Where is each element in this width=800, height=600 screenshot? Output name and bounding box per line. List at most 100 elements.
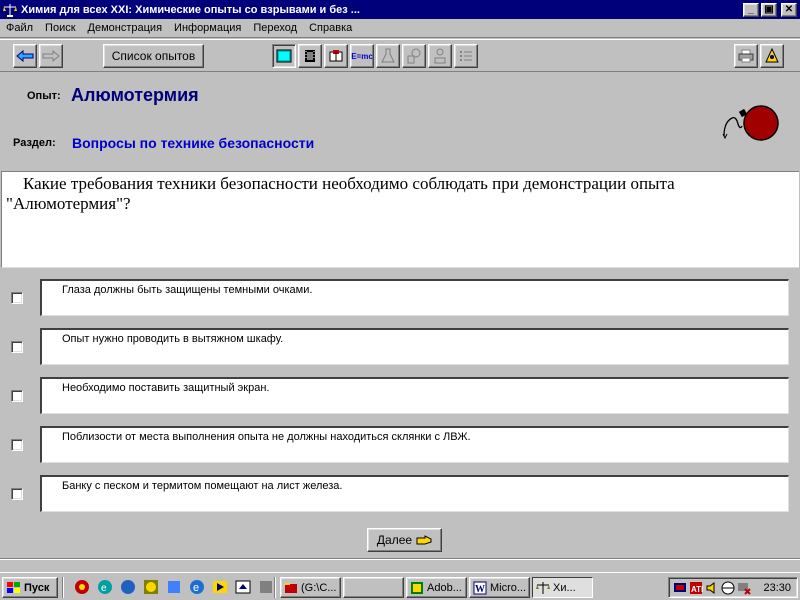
- equation-button[interactable]: E=mc: [350, 44, 374, 68]
- experiments-list-button[interactable]: Список опытов: [103, 44, 204, 68]
- menu-search[interactable]: Поиск: [39, 22, 81, 34]
- menu-file[interactable]: Файл: [0, 22, 39, 34]
- answer-row: Банку с песком и термитом помещают на ли…: [0, 475, 800, 513]
- apparatus-icon: [407, 48, 421, 64]
- experiment-name: Алюмотермия: [71, 85, 199, 105]
- tray-network-icon[interactable]: [737, 581, 751, 595]
- answer-text-1: Глаза должны быть защищены темными очкам…: [40, 279, 789, 316]
- task-label: Хи...: [553, 581, 576, 594]
- taskbar-separator: [62, 577, 64, 598]
- windows-logo-icon: [7, 581, 20, 593]
- status-bar: [0, 558, 800, 572]
- adobe-icon: [411, 581, 423, 594]
- quicklaunch-desktop-icon[interactable]: [235, 579, 251, 595]
- printer-icon: [738, 49, 754, 63]
- answer-checkbox-2[interactable]: [11, 341, 23, 353]
- task-blank[interactable]: [343, 577, 404, 598]
- help-button[interactable]: [760, 44, 784, 68]
- svg-text:W: W: [475, 584, 485, 595]
- answer-row: Глаза должны быть защищены темными очкам…: [0, 279, 800, 317]
- folder-icon: [285, 582, 297, 593]
- taskbar-separator: [274, 577, 276, 598]
- film-button[interactable]: [298, 44, 322, 68]
- flask-icon: [381, 48, 395, 63]
- answer-text-5: Банку с песком и термитом помещают на ли…: [40, 475, 789, 512]
- answer-checkbox-3[interactable]: [11, 390, 23, 402]
- quicklaunch-internet-icon[interactable]: e: [189, 579, 205, 595]
- menu-help[interactable]: Справка: [303, 22, 358, 34]
- section-label: Раздел:: [13, 137, 56, 149]
- book-icon: [329, 50, 343, 62]
- window-title: Химия для всех XXI: Химические опыты со …: [21, 3, 360, 16]
- answer-row: Поблизости от места выполнения опыта не …: [0, 426, 800, 464]
- experiment-label: Опыт:: [27, 90, 61, 102]
- clock: 23:30: [763, 581, 791, 594]
- answer-row: Опыт нужно проводить в вытяжном шкафу.: [0, 328, 800, 366]
- answer-row: Необходимо поставить защитный экран.: [0, 377, 800, 415]
- arrow-right-icon: [42, 50, 60, 62]
- answer-checkbox-5[interactable]: [11, 488, 23, 500]
- svg-text:e: e: [101, 583, 107, 594]
- list-button[interactable]: [454, 44, 478, 68]
- start-button[interactable]: Пуск: [2, 577, 58, 598]
- film-icon: [305, 50, 315, 62]
- quicklaunch-media-icon[interactable]: [212, 579, 228, 595]
- word-icon: W: [473, 581, 487, 595]
- question-text: Какие требования техники безопасности не…: [1, 171, 799, 268]
- equation-icon: E=mc: [351, 51, 373, 61]
- svg-text:e: e: [193, 582, 199, 594]
- answer-text-2: Опыт нужно проводить в вытяжном шкафу.: [40, 328, 789, 365]
- answer-text-4: Поблизости от места выполнения опыта не …: [40, 426, 789, 463]
- minimize-button[interactable]: _: [743, 2, 759, 17]
- quicklaunch-browser-icon[interactable]: [74, 579, 90, 595]
- scales-icon: [536, 581, 550, 594]
- task-explorer[interactable]: (G:\C...: [280, 577, 341, 598]
- menu-navigate[interactable]: Переход: [247, 22, 303, 34]
- bell-help-icon: [765, 48, 779, 63]
- tray-volume-icon[interactable]: [705, 581, 719, 595]
- flask-button[interactable]: [376, 44, 400, 68]
- quicklaunch-tool-icon[interactable]: [258, 579, 274, 595]
- task-label: Adob...: [427, 581, 462, 594]
- person-button[interactable]: [428, 44, 452, 68]
- menu-bar: Файл Поиск Демонстрация Информация Перех…: [0, 19, 800, 38]
- tray-monitor-icon[interactable]: [673, 581, 687, 595]
- next-button[interactable]: Далее: [367, 528, 442, 552]
- answer-checkbox-1[interactable]: [11, 292, 23, 304]
- quicklaunch-outlook-icon[interactable]: e: [97, 579, 113, 595]
- menu-demonstration[interactable]: Демонстрация: [82, 22, 169, 34]
- start-label: Пуск: [24, 581, 50, 594]
- section-name: Вопросы по технике безопасности: [72, 135, 315, 151]
- task-word[interactable]: W Micro...: [469, 577, 530, 598]
- task-label: Micro...: [490, 581, 527, 594]
- print-button[interactable]: [734, 44, 758, 68]
- quicklaunch-clock-icon[interactable]: [143, 579, 159, 595]
- task-label: (G:\C...: [301, 581, 337, 594]
- tray-ati-icon[interactable]: ATI: [689, 581, 703, 595]
- screen-view-button[interactable]: [272, 44, 296, 68]
- book-button[interactable]: [324, 44, 348, 68]
- toolbar: Список опытов E=mc: [0, 39, 800, 72]
- pointing-hand-icon: [416, 535, 432, 545]
- tray-globe-icon[interactable]: [721, 581, 735, 595]
- bomb-icon: [722, 105, 779, 141]
- person-icon: [434, 48, 446, 64]
- svg-text:ATI: ATI: [691, 585, 703, 594]
- answer-checkbox-4[interactable]: [11, 439, 23, 451]
- task-chemistry[interactable]: Хи...: [532, 577, 593, 598]
- answer-text-3: Необходимо поставить защитный экран.: [40, 377, 789, 414]
- apparatus-button[interactable]: [402, 44, 426, 68]
- quicklaunch-ie-icon[interactable]: [120, 579, 136, 595]
- close-button[interactable]: ✕: [781, 2, 797, 17]
- app-scales-icon: [2, 2, 18, 18]
- maximize-button[interactable]: ▣: [761, 2, 777, 17]
- forward-button[interactable]: [39, 44, 63, 68]
- quicklaunch-network-icon[interactable]: [166, 579, 182, 595]
- monitor-icon: [276, 49, 292, 63]
- taskbar: Пуск e e (G:\C... Adob... W Micro... Хи.…: [0, 572, 800, 600]
- task-adobe[interactable]: Adob...: [406, 577, 467, 598]
- arrow-left-icon: [16, 50, 34, 62]
- menu-information[interactable]: Информация: [168, 22, 247, 34]
- back-button[interactable]: [13, 44, 37, 68]
- experiment-header: Опыт: Алюмотермия Раздел: Вопросы по тех…: [0, 73, 800, 171]
